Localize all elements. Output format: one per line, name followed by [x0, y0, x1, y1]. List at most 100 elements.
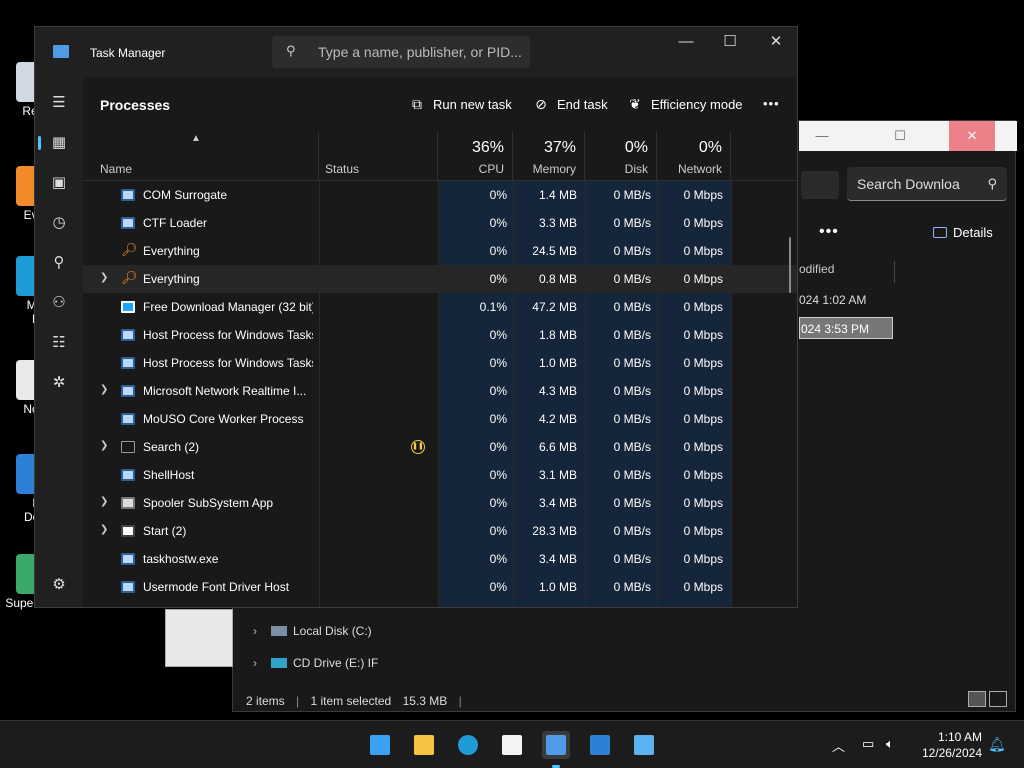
performance-nav-icon[interactable]: ▣ [41, 167, 77, 199]
process-name: Everything [143, 244, 200, 258]
tiles-view-button[interactable] [989, 691, 1007, 707]
services-nav-icon[interactable]: ✲ [41, 367, 77, 399]
explorer-file-date-selected[interactable]: 024 3:53 PM [799, 317, 893, 339]
close-button[interactable]: ✕ [753, 33, 797, 59]
everything-search-icon: 🔎︎ [121, 242, 138, 257]
explorer-statusbar: 2 items | 1 item selected 15.3 MB | [233, 687, 1017, 713]
store-taskbar-button[interactable] [498, 731, 526, 759]
chevron-right-icon[interactable]: ❯ [100, 440, 108, 451]
process-list-scrollbar[interactable] [789, 237, 791, 293]
app-taskbar-button[interactable] [586, 731, 614, 759]
process-network: 0 Mbps [683, 328, 723, 342]
edge-taskbar-button[interactable] [454, 731, 482, 759]
clock[interactable]: 1:10 AM 12/26/2024 [912, 729, 982, 761]
hamburger-menu-icon[interactable]: ☰ [41, 87, 77, 119]
explorer-refresh-button[interactable] [801, 171, 839, 199]
settings-gear-icon[interactable]: ⚙ [41, 569, 77, 601]
process-network: 0 Mbps [683, 216, 723, 230]
app-history-nav-icon[interactable]: ◷ [41, 207, 77, 239]
column-status[interactable]: Status [319, 131, 438, 181]
chevron-right-icon[interactable]: ❯ [100, 524, 108, 535]
more-options-button[interactable]: ••• [763, 96, 780, 111]
chevron-right-icon[interactable]: ❯ [100, 384, 108, 395]
nav-tree-item[interactable]: › CD Drive (E:) IF [233, 647, 393, 679]
process-name: Everything [143, 272, 200, 286]
minimize-button[interactable]: — [663, 33, 709, 59]
process-network: 0 Mbps [683, 300, 723, 314]
process-cpu: 0% [489, 384, 507, 398]
details-view-button[interactable] [968, 691, 986, 707]
explorer-maximize-button[interactable]: ☐ [877, 121, 923, 151]
start-button[interactable] [366, 731, 394, 759]
file-explorer-taskbar-button[interactable] [410, 731, 438, 759]
volume-icon[interactable]: 🔈︎ [886, 736, 894, 752]
details-nav-icon[interactable]: ☷ [41, 327, 77, 359]
efficiency-mode-button[interactable]: ❦ Efficiency mode [627, 96, 742, 113]
maximize-button[interactable]: ☐ [707, 33, 753, 59]
process-memory: 1.0 MB [538, 580, 577, 594]
explorer-file-date[interactable]: 024 1:02 AM [799, 293, 866, 307]
table-row[interactable]: ❯ Start (2) 0% 28.3 MB 0 MB/s 0 Mbps [83, 517, 797, 545]
task-manager-window[interactable]: Task Manager ⚲ Type a name, publisher, o… [34, 26, 798, 608]
page-title: Processes [100, 97, 171, 113]
chevron-right-icon[interactable]: ❯ [100, 272, 108, 283]
table-row[interactable]: ❯ Spooler SubSystem App 0% 3.4 MB 0 MB/s 0 Mb… [83, 489, 797, 517]
table-row[interactable]: ❯ Microsoft Network Realtime I... 0% 4.3 MB… [83, 377, 797, 405]
users-nav-icon[interactable]: ⚇ [41, 287, 77, 319]
task-manager-taskbar-button[interactable] [542, 731, 570, 759]
explorer-minimize-button[interactable]: — [799, 121, 845, 151]
table-row[interactable]: ShellHost 0% 3.1 MB 0 MB/s 0 Mbps [83, 461, 797, 489]
explorer-details-button[interactable]: Details [933, 225, 993, 240]
column-disk[interactable]: 0% Disk [585, 131, 657, 181]
details-label: Details [953, 225, 993, 240]
nav-tree-item[interactable]: › Local Disk (C:) [233, 615, 393, 647]
process-network: 0 Mbps [683, 468, 723, 482]
process-memory: 0.8 MB [538, 272, 577, 286]
network-icon[interactable]: ▭ [862, 736, 874, 752]
column-network[interactable]: 0% Network [657, 131, 731, 181]
processes-nav-icon[interactable]: ▦ [38, 127, 77, 159]
table-row[interactable]: Host Process for Windows Tasks 0% 1.8 MB 0 … [83, 321, 797, 349]
status-item-count: 2 items [246, 694, 285, 708]
explorer-view-buttons [965, 691, 1007, 712]
chevron-right-icon[interactable]: ❯ [100, 496, 108, 507]
table-row[interactable]: taskhostw.exe 0% 3.4 MB 0 MB/s 0 Mbps [83, 545, 797, 573]
table-row[interactable]: Host Process for Windows Tasks 0% 1.0 MB 0 … [83, 349, 797, 377]
table-row[interactable]: ❯ Search (2) ❚❚ 0% 6.6 MB 0 MB/s 0 Mbps [83, 433, 797, 461]
column-memory[interactable]: 37% Memory [513, 131, 585, 181]
task-manager-icon [546, 735, 566, 755]
explorer-search-input[interactable]: Search Downloa ⚲ [847, 167, 1007, 201]
explorer-column-date-modified[interactable]: odified [799, 261, 895, 283]
process-search-placeholder: Type a name, publisher, or PID... [318, 44, 522, 60]
run-new-task-button[interactable]: ⧉ Run new task [409, 96, 512, 113]
table-row[interactable]: Usermode Font Driver Host 0% 1.0 MB 0 MB/s 0… [83, 573, 797, 601]
process-disk: 0 MB/s [613, 328, 651, 342]
process-cpu: 0% [489, 468, 507, 482]
notification-bell-icon[interactable]: 🔔︎ [988, 736, 1006, 753]
status-separator: | [296, 694, 300, 708]
process-cpu: 0% [489, 356, 507, 370]
table-row[interactable]: MoUSO Core Worker Process 0% 4.2 MB 0 MB/s 0… [83, 405, 797, 433]
table-row[interactable]: COM Surrogate 0% 1.4 MB 0 MB/s 0 Mbps [83, 181, 797, 209]
sort-ascending-icon: ▲ [191, 133, 201, 144]
notepad-taskbar-button[interactable] [630, 731, 658, 759]
explorer-more-button[interactable]: ••• [819, 223, 839, 241]
table-row[interactable]: ❯ 🔎︎ Everything 0% 0.8 MB 0 MB/s 0 Mbps [83, 265, 797, 293]
startup-apps-nav-icon[interactable]: ⚲ [41, 247, 77, 279]
process-disk: 0 MB/s [613, 468, 651, 482]
clock-date: 12/26/2024 [921, 746, 982, 760]
table-row[interactable]: 🔎︎ Everything 0% 24.5 MB 0 MB/s 0 Mbps [83, 237, 797, 265]
edge-icon [458, 735, 478, 755]
show-hidden-icons-chevron-icon[interactable]: ︿ [832, 736, 845, 755]
process-name: Usermode Font Driver Host [143, 580, 290, 594]
column-cpu[interactable]: 36% CPU [438, 131, 513, 181]
process-search-input[interactable]: ⚲ Type a name, publisher, or PID... [272, 36, 530, 68]
end-task-button[interactable]: ⊘ End task [533, 96, 607, 113]
explorer-close-button[interactable]: ✕ [949, 121, 995, 151]
table-row[interactable]: Free Download Manager (32 bit) 0.1% 47.2 M… [83, 293, 797, 321]
table-row[interactable]: CTF Loader 0% 3.3 MB 0 MB/s 0 Mbps [83, 209, 797, 237]
process-name: Host Process for Windows Tasks [143, 356, 313, 370]
process-window-icon [121, 581, 135, 593]
column-name[interactable]: ▲ Name [83, 131, 319, 181]
process-name: Free Download Manager (32 bit) [143, 300, 313, 314]
